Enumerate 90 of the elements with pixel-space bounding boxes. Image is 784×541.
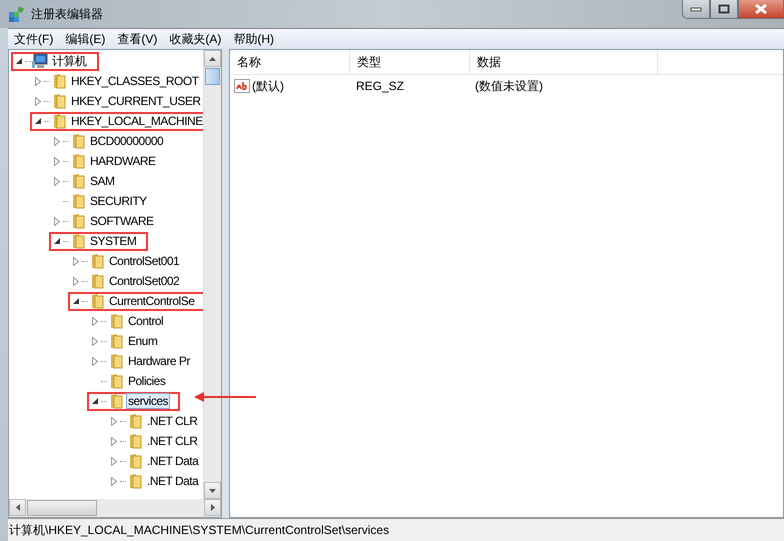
- menu-item[interactable]: 查看(V): [111, 30, 164, 48]
- expand-icon[interactable]: [108, 456, 120, 466]
- tree-item[interactable]: HKEY_LOCAL_MACHINE: [69, 113, 203, 129]
- folder-icon: [70, 133, 86, 149]
- folder-icon: [108, 373, 124, 389]
- expand-icon[interactable]: [70, 256, 82, 266]
- up-arrow-icon: [209, 56, 216, 60]
- tree-item[interactable]: 计算机: [50, 52, 88, 70]
- expand-icon[interactable]: [51, 216, 63, 226]
- folder-icon: [51, 93, 67, 109]
- expand-icon[interactable]: [70, 276, 82, 286]
- expand-icon[interactable]: [89, 316, 101, 326]
- tree-item[interactable]: HARDWARE: [88, 153, 158, 169]
- tree-item[interactable]: BCD00000000: [88, 133, 166, 149]
- tree-item[interactable]: SAM: [88, 173, 117, 189]
- tree-item[interactable]: CurrentControlSe: [107, 293, 196, 309]
- menu-item[interactable]: 收藏夹(A): [163, 30, 228, 48]
- expand-icon[interactable]: [51, 176, 63, 186]
- folder-icon: [127, 453, 143, 469]
- menu-item[interactable]: 帮助(H): [227, 30, 280, 48]
- folder-icon: [127, 413, 143, 429]
- folder-icon: [70, 233, 86, 249]
- tree-item[interactable]: Policies: [126, 373, 168, 389]
- expand-icon[interactable]: [51, 136, 63, 146]
- tree-item[interactable]: HKEY_CURRENT_USER: [69, 93, 203, 109]
- maximize-icon: [718, 4, 730, 14]
- folder-icon: [70, 173, 86, 189]
- folder-icon: [89, 273, 105, 289]
- scrollbar-thumb[interactable]: [205, 68, 220, 85]
- menu-item[interactable]: 文件(F): [8, 30, 60, 48]
- tree-item[interactable]: .NET CLR: [145, 433, 200, 449]
- folder-icon: [108, 313, 124, 329]
- value-data: (数值未设置): [474, 78, 544, 94]
- close-icon: [754, 4, 768, 14]
- tree-item[interactable]: SECURITY: [88, 193, 149, 209]
- folder-icon: [51, 113, 67, 129]
- expand-icon[interactable]: [51, 156, 63, 166]
- expand-icon[interactable]: [108, 476, 120, 486]
- right-arrow-icon: [210, 504, 214, 511]
- tree-item[interactable]: .NET Data: [145, 453, 200, 469]
- status-bar: 计算机\HKEY_LOCAL_MACHINE\SYSTEM\CurrentControlSet\services: [8, 518, 784, 541]
- folder-icon: [108, 393, 124, 409]
- tree-item[interactable]: services: [126, 393, 170, 409]
- folder-icon: [108, 333, 124, 349]
- column-header[interactable]: 数据: [470, 50, 658, 74]
- arrow-annotation: [194, 392, 256, 402]
- folder-icon: [70, 193, 86, 209]
- minimize-icon: [690, 6, 702, 12]
- tree-item[interactable]: ControlSet001: [107, 253, 182, 269]
- column-header[interactable]: 类型: [350, 50, 470, 74]
- tree-item[interactable]: SYSTEM: [88, 233, 138, 249]
- tree-item[interactable]: HKEY_CLASSES_ROOT: [69, 73, 201, 89]
- scroll-left-button[interactable]: [9, 499, 26, 516]
- scroll-up-button[interactable]: [204, 50, 221, 67]
- close-button[interactable]: [738, 0, 784, 19]
- folder-icon: [70, 213, 86, 229]
- folder-icon: [127, 473, 143, 489]
- folder-icon: [108, 353, 124, 369]
- expand-icon[interactable]: [108, 416, 120, 426]
- tree-item[interactable]: Enum: [126, 333, 160, 349]
- scroll-down-button[interactable]: [204, 482, 221, 499]
- registry-icon: [7, 5, 25, 23]
- folder-icon: [127, 433, 143, 449]
- expand-icon[interactable]: [32, 76, 44, 86]
- column-header[interactable]: 名称: [230, 50, 350, 74]
- tree-item[interactable]: Hardware Pr: [126, 353, 192, 369]
- tree-item[interactable]: Control: [126, 313, 166, 329]
- expand-icon[interactable]: [89, 336, 101, 346]
- folder-icon: [89, 293, 105, 309]
- tree-item[interactable]: SOFTWARE: [88, 213, 156, 229]
- down-arrow-icon: [209, 488, 216, 492]
- folder-icon: [89, 253, 105, 269]
- menu-item[interactable]: 编辑(E): [59, 30, 112, 48]
- folder-icon: [70, 153, 86, 169]
- expand-icon[interactable]: [108, 436, 120, 446]
- window-title: 注册表编辑器: [31, 6, 103, 22]
- scroll-right-button[interactable]: [204, 499, 221, 516]
- scrollbar-thumb[interactable]: [27, 500, 97, 516]
- left-arrow-icon: [16, 504, 20, 511]
- minimize-button[interactable]: [682, 0, 710, 19]
- tree-item[interactable]: ControlSet002: [107, 273, 182, 289]
- folder-icon: [51, 73, 67, 89]
- tree-item[interactable]: .NET CLR: [145, 413, 200, 429]
- value-name[interactable]: (默认): [252, 78, 284, 94]
- string-value-icon: [234, 78, 250, 94]
- expand-icon[interactable]: [32, 96, 44, 106]
- value-type: REG_SZ: [355, 79, 406, 93]
- maximize-button[interactable]: [710, 0, 738, 19]
- tree-item[interactable]: .NET Data: [145, 473, 200, 489]
- expand-icon[interactable]: [89, 356, 101, 366]
